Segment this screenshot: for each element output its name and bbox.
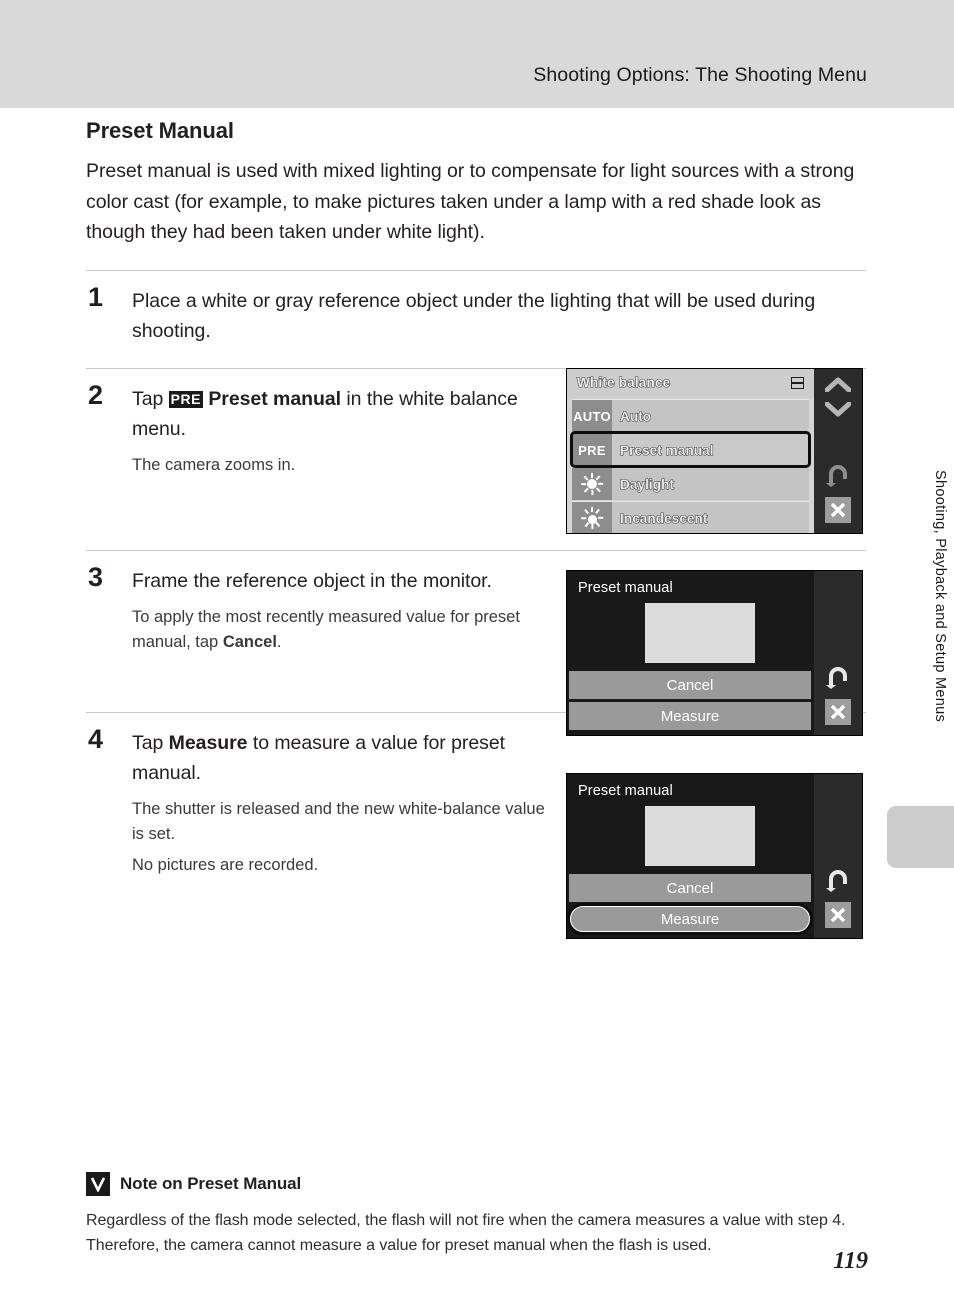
- page-title: Preset Manual: [86, 118, 234, 143]
- page-header-band: Shooting Options: The Shooting Menu: [0, 0, 954, 108]
- close-icon[interactable]: [825, 902, 851, 928]
- screenshot-preset-manual-step3: Preset manual Cancel Measure: [566, 570, 863, 736]
- step-4-number: 4: [88, 723, 104, 754]
- chevron-down-icon[interactable]: [825, 402, 851, 417]
- wb-row-auto-label: Auto: [619, 408, 652, 424]
- step-4-heading-bold: Measure: [168, 731, 248, 754]
- side-chapter-label: Shooting, Playback and Setup Menus: [932, 470, 948, 723]
- step-3-sub-pre: To apply the most recently measured valu…: [132, 607, 520, 651]
- note-title: Note on Preset Manual: [120, 1174, 302, 1193]
- step-2-sub: The camera zooms in.: [132, 455, 296, 474]
- screenshot-white-balance-menu: White balance AUTO Auto PRE Preset manua…: [566, 368, 863, 534]
- pm4-measure-button[interactable]: Measure: [567, 903, 813, 935]
- check-mark-icon: [86, 1172, 110, 1196]
- wb-screen: White balance AUTO Auto PRE Preset manua…: [567, 369, 814, 533]
- step-4-sub-1: The shutter is released and the new whit…: [132, 799, 545, 843]
- close-icon[interactable]: [825, 497, 851, 523]
- pm4-title: Preset manual: [578, 783, 673, 799]
- wb-header: White balance: [567, 369, 814, 398]
- step-3-sub: To apply the most recently measured valu…: [132, 605, 552, 655]
- note-block: Note on Preset Manual Regardless of the …: [86, 1172, 866, 1258]
- incandescent-icon: [581, 507, 604, 529]
- sun-icon: [581, 473, 604, 495]
- step-1-heading: Place a white or gray reference object u…: [132, 289, 816, 342]
- pm3-reference-swatch: [645, 603, 755, 663]
- pm3-screen: Preset manual Cancel Measure: [567, 571, 814, 735]
- page-header-title: Shooting Options: The Shooting Menu: [533, 64, 867, 86]
- wb-row-preset-manual-label: Preset manual: [619, 442, 714, 458]
- wb-row-daylight-label: Daylight: [619, 476, 675, 492]
- step-3-sub-bold: Cancel: [222, 632, 277, 651]
- note-body: Regardless of the flash mode selected, t…: [86, 1212, 846, 1254]
- side-chapter-tab-marker: [887, 806, 954, 868]
- step-2-number: 2: [88, 379, 104, 410]
- close-icon[interactable]: [825, 699, 851, 725]
- pre-badge-glyph: PRE: [168, 390, 203, 408]
- pm3-measure-button[interactable]: Measure: [569, 702, 811, 730]
- step-3-number: 3: [88, 561, 104, 592]
- step-1: 1 Place a white or gray reference object…: [86, 271, 866, 346]
- pm4-screen: Preset manual Cancel Measure: [567, 774, 814, 938]
- pm4-reference-swatch: [645, 806, 755, 866]
- pm3-cancel-button[interactable]: Cancel: [569, 671, 811, 699]
- page-number: 119: [833, 1248, 868, 1274]
- pm4-cancel-button[interactable]: Cancel: [569, 874, 811, 902]
- back-arrow-icon[interactable]: [825, 868, 851, 892]
- pm3-title: Preset manual: [578, 580, 673, 596]
- back-arrow-icon[interactable]: [825, 463, 851, 487]
- wb-row-incandescent-label: Incandescent: [619, 510, 708, 526]
- step-4-sub-2: No pictures are recorded.: [132, 855, 319, 874]
- pm4-control-rail: [814, 774, 862, 938]
- step-1-number: 1: [88, 281, 104, 312]
- back-arrow-icon[interactable]: [825, 665, 851, 689]
- step-3-sub-post: .: [276, 632, 282, 651]
- intro-paragraph: Preset manual is used with mixed lightin…: [86, 160, 855, 243]
- step-4-heading: Tap Measure to measure a value for prese…: [132, 728, 552, 788]
- wb-row-incandescent[interactable]: Incandescent: [572, 501, 809, 533]
- note-heading-row: Note on Preset Manual: [86, 1172, 866, 1196]
- screenshot-preset-manual-step4: Preset manual Cancel Measure: [566, 773, 863, 939]
- step-2-heading-pre: Tap: [132, 387, 169, 410]
- step-2-heading-bold: Preset manual: [208, 387, 342, 410]
- wb-header-title: White balance: [576, 374, 671, 390]
- wb-row-preset-manual[interactable]: PRE Preset manual: [570, 431, 811, 468]
- wb-row-auto[interactable]: AUTO Auto: [572, 399, 809, 432]
- step-3-heading: Frame the reference object in the monito…: [132, 569, 492, 592]
- pm3-control-rail: [814, 571, 862, 735]
- sun-icon-badge: [572, 468, 612, 500]
- auto-badge: AUTO: [572, 400, 612, 432]
- pre-badge: PRE: [572, 434, 612, 466]
- step-2-heading: Tap PRE Preset manual in the white balan…: [132, 384, 552, 444]
- wb-row-daylight[interactable]: Daylight: [572, 467, 809, 500]
- step-4-heading-pre: Tap: [132, 731, 169, 754]
- wb-control-rail: [814, 369, 862, 533]
- incandescent-icon-badge: [572, 502, 612, 533]
- chevron-up-icon[interactable]: [825, 377, 851, 392]
- list-menu-icon[interactable]: [791, 377, 804, 389]
